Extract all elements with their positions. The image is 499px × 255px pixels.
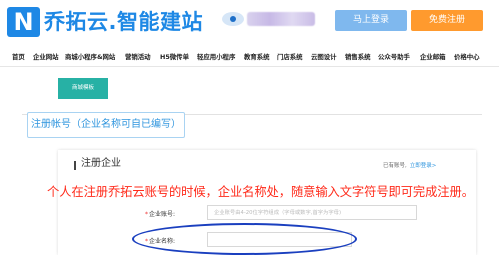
register-title: 注册企业 xyxy=(81,158,121,169)
eye-icon xyxy=(222,12,244,26)
nav-item-pricing[interactable]: 价格中心 xyxy=(454,52,480,61)
account-input[interactable]: 企业账号由4-20位字符组成（字母或数字,首字为字母) xyxy=(207,205,417,220)
nav-item-home[interactable]: 首页 xyxy=(12,52,25,61)
title-bar-marker xyxy=(74,161,76,170)
annotation-ellipse xyxy=(132,223,357,255)
nav-item-wechat[interactable]: 公众号助手 xyxy=(378,52,410,61)
nav-item-light-app[interactable]: 轻应用小程序 xyxy=(197,52,235,61)
logo-text[interactable]: 乔拓云.智能建站 xyxy=(44,7,203,37)
nav-divider xyxy=(0,66,499,67)
nav-item-mail[interactable]: 企业邮箱 xyxy=(420,52,446,61)
nav-item-store[interactable]: 门店系统 xyxy=(277,52,303,61)
main-nav: 首页 企业网站 商城小程序&网站 营销活动 H5微传单 轻应用小程序 教育系统 … xyxy=(0,52,499,66)
login-button[interactable]: 马上登录 xyxy=(335,10,407,31)
nav-item-education[interactable]: 教育系统 xyxy=(244,52,270,61)
login-now-link[interactable]: 立即登录> xyxy=(410,163,437,169)
required-mark: * xyxy=(145,211,148,218)
have-account-label: 已有账号, xyxy=(383,163,407,169)
blurred-phone-number xyxy=(247,12,315,26)
nav-item-h5[interactable]: H5微传单 xyxy=(160,52,189,61)
tab-register-account[interactable]: 注册帐号（企业名称可自已编写） xyxy=(27,112,185,138)
site-header: N 乔拓云.智能建站 马上登录 免费注册 xyxy=(0,0,499,46)
nav-item-website[interactable]: 企业网站 xyxy=(33,52,59,61)
field-label-text: 企业账号: xyxy=(149,211,176,218)
dropdown-mall-template[interactable]: 商城模板 xyxy=(58,78,108,99)
nav-item-mall[interactable]: 商城小程序&网站 xyxy=(65,52,115,61)
nav-item-design[interactable]: 云图设计 xyxy=(311,52,337,61)
nav-item-sales[interactable]: 销售系统 xyxy=(345,52,371,61)
nav-item-marketing[interactable]: 营销活动 xyxy=(125,52,151,61)
have-account-text: 已有账号, 立即登录> xyxy=(383,161,436,169)
logo-icon[interactable]: N xyxy=(7,7,40,37)
field-label-account: *企业账号: xyxy=(145,209,175,218)
register-button[interactable]: 免费注册 xyxy=(411,10,483,31)
registration-notice: 个人在注册乔拓云账号的时候，企业名称处，随意输入文字符号即可完成注册。 xyxy=(47,185,474,199)
